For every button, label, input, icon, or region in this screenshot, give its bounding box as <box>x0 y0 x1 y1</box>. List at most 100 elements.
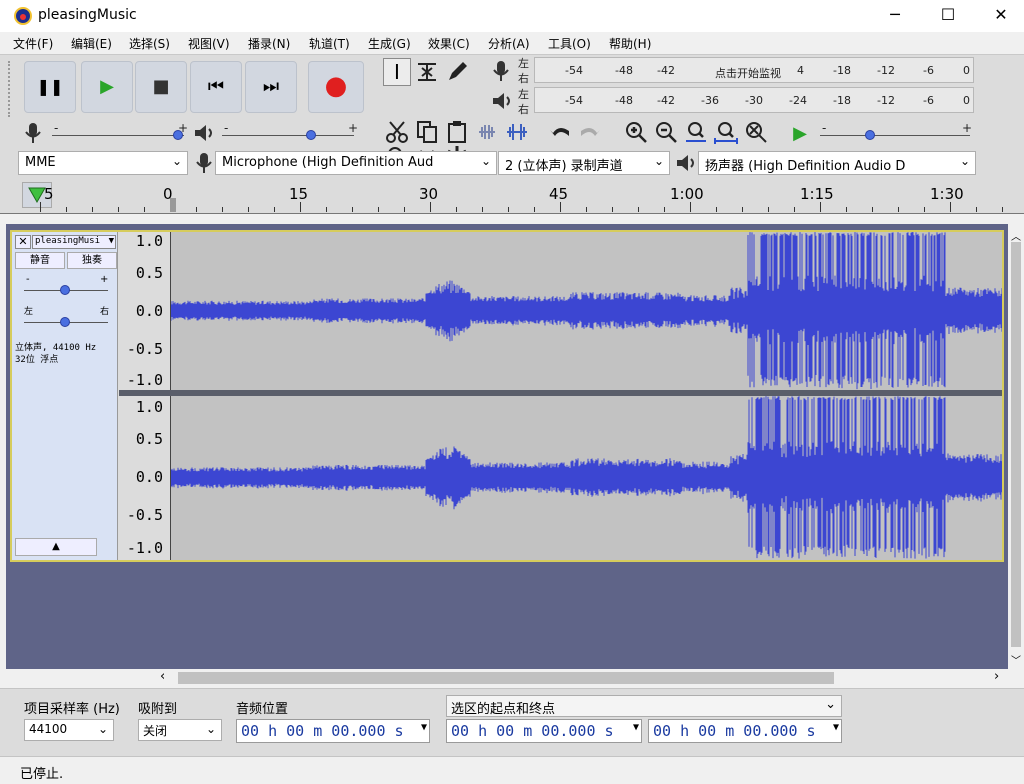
horizontal-scrollbar[interactable]: ‹ › <box>6 669 1010 687</box>
track-panel[interactable]: ✕ pleasingMusi ▼ 静音 独奏 - + 左 右 立体声, 4410… <box>6 224 1010 669</box>
chevron-down-icon: ⌄ <box>97 722 108 736</box>
ruler-tick <box>66 207 67 212</box>
play-at-speed-button[interactable]: ▶ <box>786 118 814 146</box>
record-button[interactable]: ● <box>308 61 364 113</box>
recording-channels-select[interactable]: 2 (立体声) 录制声道 ⌄ <box>498 151 670 175</box>
mute-button[interactable]: 静音 <box>15 252 65 269</box>
playback-speed-slider[interactable] <box>820 135 970 136</box>
ruler-tick <box>430 202 431 212</box>
skip-to-end-button[interactable]: ⏭ <box>245 61 297 113</box>
playback-speed-knob[interactable] <box>865 130 875 140</box>
menu-analyze[interactable]: 分析(A) <box>488 35 530 52</box>
meter-tick: -18 <box>833 94 851 107</box>
vertical-scrollbar[interactable]: ︿ ﹀ <box>1008 224 1024 669</box>
selection-mode-select[interactable]: 选区的起点和终点 ⌄ <box>446 695 842 717</box>
recording-device-select[interactable]: Microphone (High Definition Aud ⌄ <box>215 151 497 175</box>
scale-label: 0.5 <box>135 430 163 448</box>
chevron-down-icon: ⌄ <box>171 154 182 168</box>
menu-transport[interactable]: 播录(N) <box>248 35 290 52</box>
redo-button[interactable] <box>576 118 604 146</box>
caret-down-icon[interactable]: ▼ <box>421 722 427 733</box>
stop-button[interactable]: ■ <box>135 61 187 113</box>
skip-end-icon: ⏭ <box>262 76 280 97</box>
minimize-button[interactable]: ─ <box>872 0 918 32</box>
channel-1-waveform[interactable] <box>170 232 1002 390</box>
audio-host-value: MME <box>25 155 56 170</box>
play-volume-slider[interactable] <box>222 135 354 136</box>
timeline-ruler[interactable]: 5 0 15 30 45 1:00 1:15 1:30 <box>0 180 1024 214</box>
caret-down-icon[interactable]: ▼ <box>833 722 839 733</box>
speed-minus: - <box>822 121 827 135</box>
record-icon: ● <box>324 71 348 101</box>
scroll-up-icon[interactable]: ︿ <box>1011 228 1021 243</box>
pan-knob[interactable] <box>60 317 70 327</box>
audio-track[interactable]: ✕ pleasingMusi ▼ 静音 独奏 - + 左 右 立体声, 4410… <box>10 230 1004 562</box>
trim-button[interactable] <box>473 118 501 146</box>
zoom-toggle-button[interactable] <box>742 118 770 146</box>
recording-device-value: Microphone (High Definition Aud <box>222 155 434 170</box>
audio-position-field[interactable]: 00 h 00 m 00.000 s ▼ <box>236 719 430 743</box>
scroll-left-icon[interactable]: ‹ <box>160 669 165 684</box>
track-name-menu[interactable]: pleasingMusi ▼ <box>32 235 116 249</box>
envelope-tool[interactable] <box>413 58 441 86</box>
cut-button[interactable] <box>383 118 411 146</box>
menu-file[interactable]: 文件(F) <box>13 35 53 52</box>
play-meter[interactable]: -54 -48 -42 -36 -30 -24 -18 -12 -6 0 <box>534 87 974 113</box>
vertical-scroll-thumb[interactable] <box>1011 242 1021 647</box>
fit-project-icon <box>714 122 738 144</box>
pause-button[interactable]: ❚❚ <box>24 61 76 113</box>
menu-help[interactable]: 帮助(H) <box>609 35 651 52</box>
channel-2-waveform[interactable] <box>170 396 1002 560</box>
fit-selection-button[interactable] <box>682 118 710 146</box>
selection-end-field[interactable]: 00 h 00 m 00.000 s ▼ <box>648 719 842 743</box>
ruler-tick <box>898 207 899 212</box>
caret-down-icon[interactable]: ▼ <box>633 722 639 733</box>
skip-to-start-button[interactable]: ⏮ <box>190 61 242 113</box>
selection-end-value: 00 h 00 m 00.000 s <box>653 722 816 740</box>
fit-selection-icon <box>686 122 706 142</box>
zoom-in-button[interactable] <box>622 118 650 146</box>
playhead-marker[interactable] <box>170 198 176 212</box>
silence-button[interactable] <box>503 118 531 146</box>
play-volume-knob[interactable] <box>306 130 316 140</box>
ruler-tick <box>118 207 119 212</box>
scroll-down-icon[interactable]: ﹀ <box>1011 652 1021 667</box>
maximize-button[interactable]: ☐ <box>925 0 971 32</box>
fit-project-button[interactable] <box>712 118 740 146</box>
horizontal-scroll-thumb[interactable] <box>178 672 834 684</box>
snap-to-select[interactable]: 关闭 ⌄ <box>138 719 222 741</box>
selection-tool[interactable]: I <box>383 58 411 86</box>
gain-knob[interactable] <box>60 285 70 295</box>
collapse-track-button[interactable]: ▲ <box>15 538 97 556</box>
solo-button[interactable]: 独奏 <box>67 252 117 269</box>
record-volume-slider[interactable] <box>52 135 184 136</box>
menu-view[interactable]: 视图(V) <box>188 35 230 52</box>
record-meter-mic-icon[interactable] <box>490 59 514 83</box>
close-track-button[interactable]: ✕ <box>15 235 31 249</box>
play-button[interactable]: ▶ <box>81 61 133 113</box>
ruler-tick <box>274 207 275 212</box>
menu-edit[interactable]: 编辑(E) <box>71 35 112 52</box>
record-meter[interactable]: -54 -48 -42 点击开始监视 4 -18 -12 -6 0 <box>534 57 974 83</box>
speed-plus: + <box>962 121 973 135</box>
selection-start-field[interactable]: 00 h 00 m 00.000 s ▼ <box>446 719 642 743</box>
paste-button[interactable] <box>443 118 471 146</box>
audio-host-select[interactable]: MME ⌄ <box>18 151 188 175</box>
play-meter-speaker-icon[interactable] <box>490 89 514 113</box>
menu-effect[interactable]: 效果(C) <box>428 35 470 52</box>
scroll-right-icon[interactable]: › <box>994 669 999 684</box>
ruler-tick <box>508 207 509 212</box>
menu-tracks[interactable]: 轨道(T) <box>309 35 350 52</box>
undo-button[interactable] <box>546 118 574 146</box>
menu-tools[interactable]: 工具(O) <box>548 35 591 52</box>
playback-device-select[interactable]: 扬声器 (High Definition Audio D ⌄ <box>698 151 976 175</box>
menu-generate[interactable]: 生成(G) <box>368 35 411 52</box>
project-rate-select[interactable]: 44100 ⌄ <box>24 719 114 741</box>
copy-button[interactable] <box>413 118 441 146</box>
record-volume-knob[interactable] <box>173 130 183 140</box>
meter-tick: 4 <box>797 64 804 77</box>
zoom-out-button[interactable] <box>652 118 680 146</box>
close-button[interactable]: ✕ <box>978 0 1024 32</box>
menu-select[interactable]: 选择(S) <box>129 35 170 52</box>
draw-tool[interactable] <box>443 58 471 86</box>
